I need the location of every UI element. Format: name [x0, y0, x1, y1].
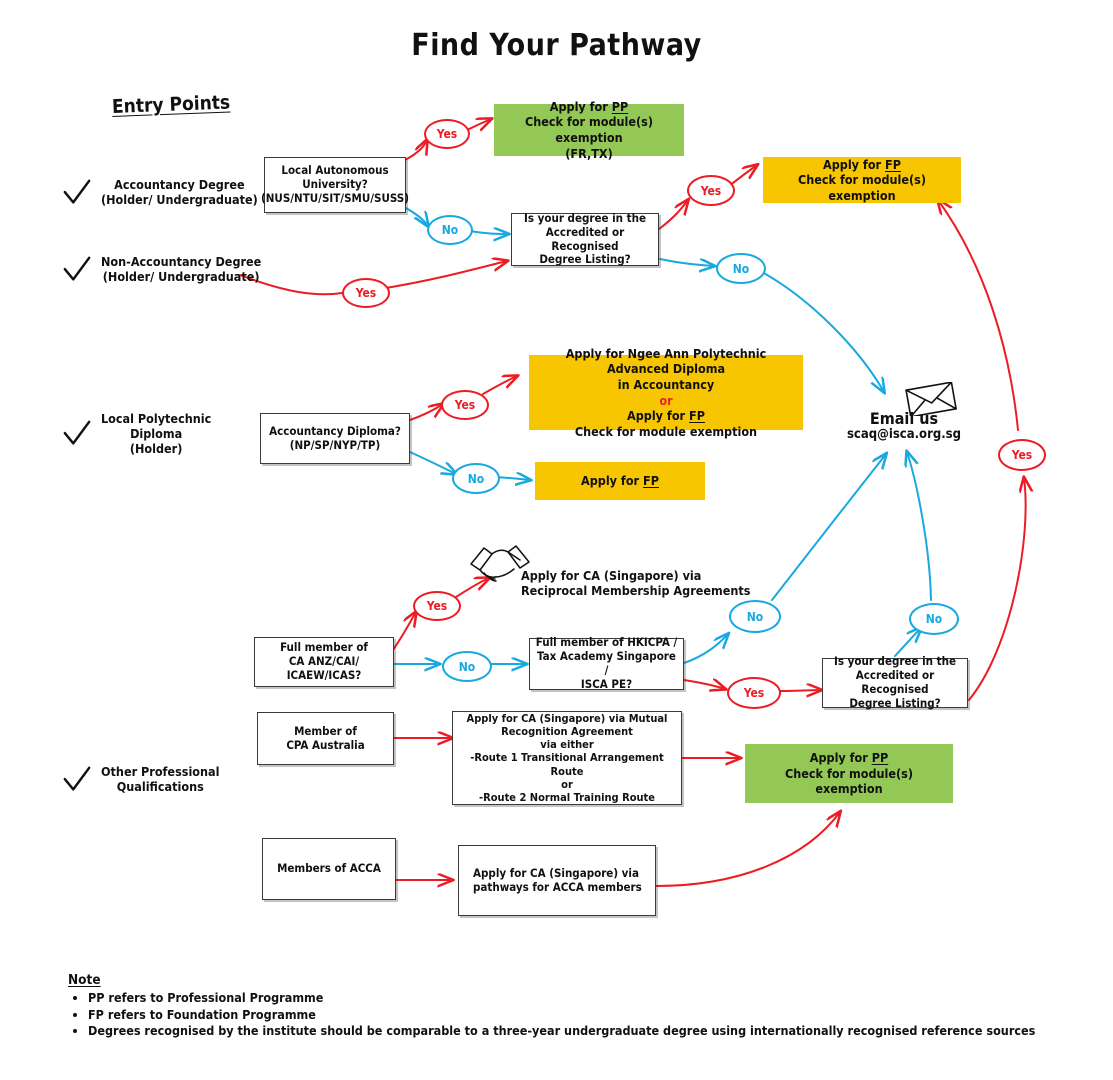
entry-label: Accountancy Degree (Holder/ Undergraduat… [101, 177, 258, 207]
entry-member-cpa-australia[interactable]: Member of CPA Australia [257, 712, 394, 765]
outcome-line: Apply for PP [809, 750, 889, 766]
note-list: PP refers to Professional Programme FP r… [68, 990, 1035, 1040]
outcome-line: (FR,TX) [565, 145, 613, 161]
sidebar-item-other-professional-qualifications[interactable]: Other Professional Qualifications [62, 764, 294, 795]
entry-label: Other Professional Qualifications [101, 764, 220, 794]
decision-accountancy-diploma[interactable]: Accountancy Diploma? (NP/SP/NYP/TP) [260, 413, 410, 464]
decision-yes-hkicpa[interactable]: Yes [727, 677, 781, 709]
flowchart-canvas: Find Your Pathway Entry Points Accountan… [0, 0, 1113, 1080]
outcome-line: Apply for FP [581, 473, 659, 489]
decision-full-member-hkicpa[interactable]: Full member of HKICPA / Tax Academy Sing… [529, 636, 684, 691]
entry-label: Non-Accountancy Degree (Holder/ Undergra… [101, 254, 262, 284]
outcome-line: Apply for FP [823, 156, 901, 172]
decision-accredited-listing-top[interactable]: Is your degree in the Accredited or Reco… [511, 211, 659, 266]
decision-no-ca-anz[interactable]: No [442, 651, 492, 682]
decision-yes-listing-top[interactable]: Yes [687, 175, 735, 206]
outcome-mutual-recognition[interactable]: Apply for CA (Singapore) via Mutual Reco… [452, 711, 682, 805]
decision-yes-accountancy-diploma[interactable]: Yes [441, 390, 489, 420]
sidebar-item-accountancy-degree[interactable]: Accountancy Degree (Holder/ Undergraduat… [62, 177, 294, 208]
note-item: PP refers to Professional Programme [88, 990, 1035, 1007]
check-icon [63, 179, 91, 204]
decision-yes-autonomous-university[interactable]: Yes [424, 119, 470, 149]
page-title: Find Your Pathway [411, 28, 702, 63]
note-heading: Note [68, 972, 101, 988]
entry-points-heading: Entry Points [111, 91, 231, 118]
entry-label: Local Polytechnic Diploma (Holder) [101, 411, 212, 456]
outcome-fp-top[interactable]: Apply for FP Check for module(s) exempti… [763, 157, 961, 203]
outcome-ngee-ann-advanced-diploma[interactable]: Apply for Ngee Ann Polytechnic Advanced … [529, 346, 803, 439]
decision-no-listing-top[interactable]: No [716, 253, 766, 284]
outcome-or: or [659, 392, 673, 408]
email-address[interactable]: scaq@isca.org.sg [838, 427, 970, 443]
outcome-line: in Accountancy [617, 376, 715, 392]
outcome-reciprocal-membership[interactable]: Apply for CA (Singapore) via Reciprocal … [521, 568, 750, 598]
check-icon [63, 420, 91, 445]
note-item: FP refers to Foundation Programme [88, 1007, 1035, 1024]
email-contact[interactable]: Email us scaq@isca.org.sg [838, 409, 970, 443]
check-icon [63, 256, 91, 281]
outcome-pp-bottom[interactable]: Apply for PP Check for module(s) exempti… [745, 744, 953, 803]
sidebar-item-non-accountancy-degree[interactable]: Non-Accountancy Degree (Holder/ Undergra… [62, 254, 294, 285]
decision-no-hkicpa[interactable]: No [729, 600, 781, 633]
email-heading: Email us [869, 409, 939, 428]
outcome-line: Check for module(s) [785, 765, 913, 781]
decision-full-member-ca-anz[interactable]: Full member of CA ANZ/CAI/ ICAEW/ICAS? [254, 637, 394, 687]
decision-no-accountancy-diploma[interactable]: No [452, 463, 500, 494]
outcome-acca-pathway[interactable]: Apply for CA (Singapore) via pathways fo… [458, 845, 656, 916]
outcome-line: exemption [815, 781, 883, 797]
outcome-line: Check for module exemption [574, 423, 758, 439]
decision-local-autonomous-university[interactable]: Local Autonomous University? (NUS/NTU/SI… [261, 157, 409, 213]
outcome-fp-poly[interactable]: Apply for FP [535, 462, 705, 500]
decision-yes-listing-bottom[interactable]: Yes [998, 439, 1046, 471]
decision-yes-non-accountancy-degree[interactable]: Yes [342, 278, 390, 308]
outcome-line: Apply for FP [627, 408, 705, 424]
check-icon [63, 766, 91, 791]
outcome-line: Apply for Ngee Ann Polytechnic Advanced … [565, 345, 767, 377]
note-section: Note PP refers to Professional Programme… [68, 972, 1035, 1040]
outcome-line: Apply for PP [549, 98, 629, 114]
note-item: Degrees recognised by the institute shou… [88, 1023, 1035, 1040]
outcome-line: Check for module(s) exemption [798, 172, 926, 203]
decision-accredited-listing-bottom[interactable]: Is your degree in the Accredited or Reco… [822, 655, 968, 710]
decision-yes-ca-anz[interactable]: Yes [413, 591, 461, 621]
entry-members-of-acca[interactable]: Members of ACCA [262, 838, 396, 900]
decision-no-listing-bottom[interactable]: No [909, 603, 959, 635]
decision-no-autonomous-university[interactable]: No [427, 215, 473, 245]
outcome-pp-fr-tx[interactable]: Apply for PP Check for module(s) exempti… [494, 99, 684, 161]
outcome-line: Check for module(s) exemption [525, 114, 653, 145]
